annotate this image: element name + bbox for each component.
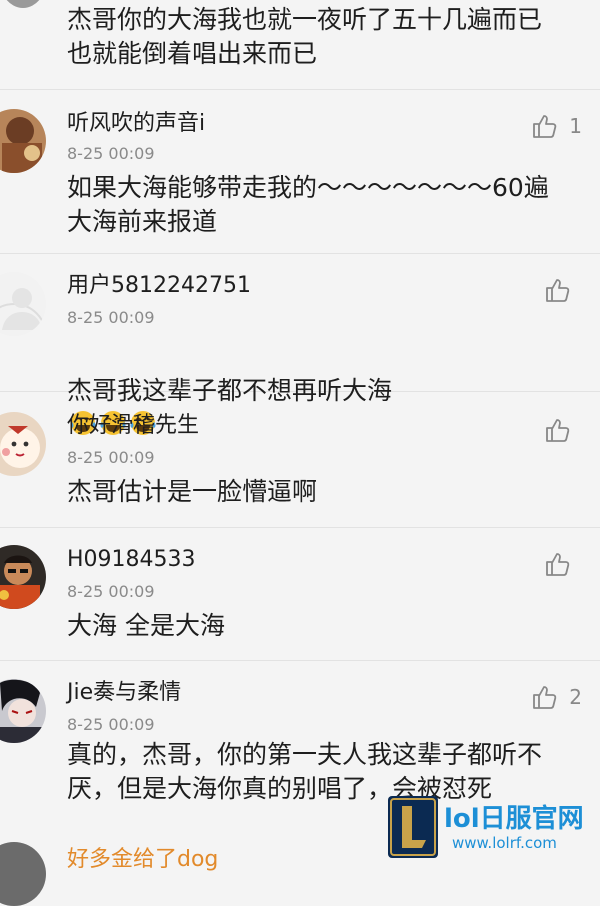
like-button[interactable]: 1 — [531, 112, 582, 140]
thumbs-up-icon — [533, 686, 557, 709]
like-button[interactable] — [544, 416, 582, 444]
watermark-title: lol日服官网 — [444, 804, 584, 834]
comment-username[interactable]: 听风吹的声音i — [67, 110, 205, 138]
avatar[interactable] — [0, 679, 46, 743]
comment-text: 如果大海能够带走我的～～～～～～～60遍 大海前来报道 — [67, 173, 549, 236]
comment-username[interactable]: H09184533 — [67, 546, 196, 574]
like-button[interactable] — [544, 550, 582, 578]
avatar[interactable] — [0, 109, 46, 173]
comment-username[interactable]: 你好滑稽先生 — [67, 412, 199, 440]
comment-text: 杰哥你的大海我也就一夜听了五十几遍而已 也就能倒着唱出来而已 — [67, 5, 543, 68]
thumbs-up-icon — [546, 553, 570, 576]
like-count: 2 — [569, 685, 582, 709]
thumbs-up-icon — [546, 279, 570, 302]
comment-username[interactable]: 用户5812242751 — [67, 272, 251, 300]
comment-time: 8-25 00:09 — [67, 308, 155, 327]
comment-username[interactable]: 好多金给了dog — [67, 841, 218, 873]
avatar[interactable] — [0, 272, 46, 336]
comment-time: 8-25 00:09 — [67, 715, 155, 734]
comment-time: 8-25 00:09 — [67, 448, 155, 467]
avatar[interactable] — [0, 412, 46, 476]
avatar[interactable] — [0, 545, 46, 609]
site-watermark: lol日服官网 www.lolrf.com — [388, 796, 600, 862]
comment-text: 大海 全是大海 — [67, 611, 225, 640]
comment-partial-top: 杰哥你的大海我也就一夜听了五十几遍而已 也就能倒着唱出来而已 — [0, 0, 600, 90]
comment-username[interactable]: Jie奏与柔情 — [67, 679, 181, 707]
thumbs-up-icon — [533, 115, 557, 138]
comment-time: 8-25 00:09 — [67, 582, 155, 601]
league-logo-icon — [388, 796, 438, 858]
comment-item: 听风吹的声音i 8-25 00:09 1 如果大海能够带走我的～～～～～～～60… — [0, 90, 600, 254]
like-button[interactable]: 2 — [531, 683, 582, 711]
avatar[interactable] — [0, 842, 46, 906]
like-button[interactable] — [544, 276, 582, 304]
watermark-url: www.lolrf.com — [452, 834, 557, 852]
thumbs-up-icon — [546, 419, 570, 442]
comment-item: 用户5812242751 8-25 00:09 杰哥我这辈子都不想再听大海 — [0, 254, 600, 435]
like-count: 1 — [569, 114, 582, 138]
comment-time: 8-25 00:09 — [67, 144, 155, 163]
comment-text: 杰哥估计是一脸懵逼啊 — [67, 477, 318, 506]
comment-item: H09184533 8-25 00:09 大海 全是大海 — [0, 528, 600, 661]
comment-item: 你好滑稽先生 8-25 00:09 杰哥估计是一脸懵逼啊 — [0, 392, 600, 528]
avatar[interactable] — [0, 0, 48, 8]
